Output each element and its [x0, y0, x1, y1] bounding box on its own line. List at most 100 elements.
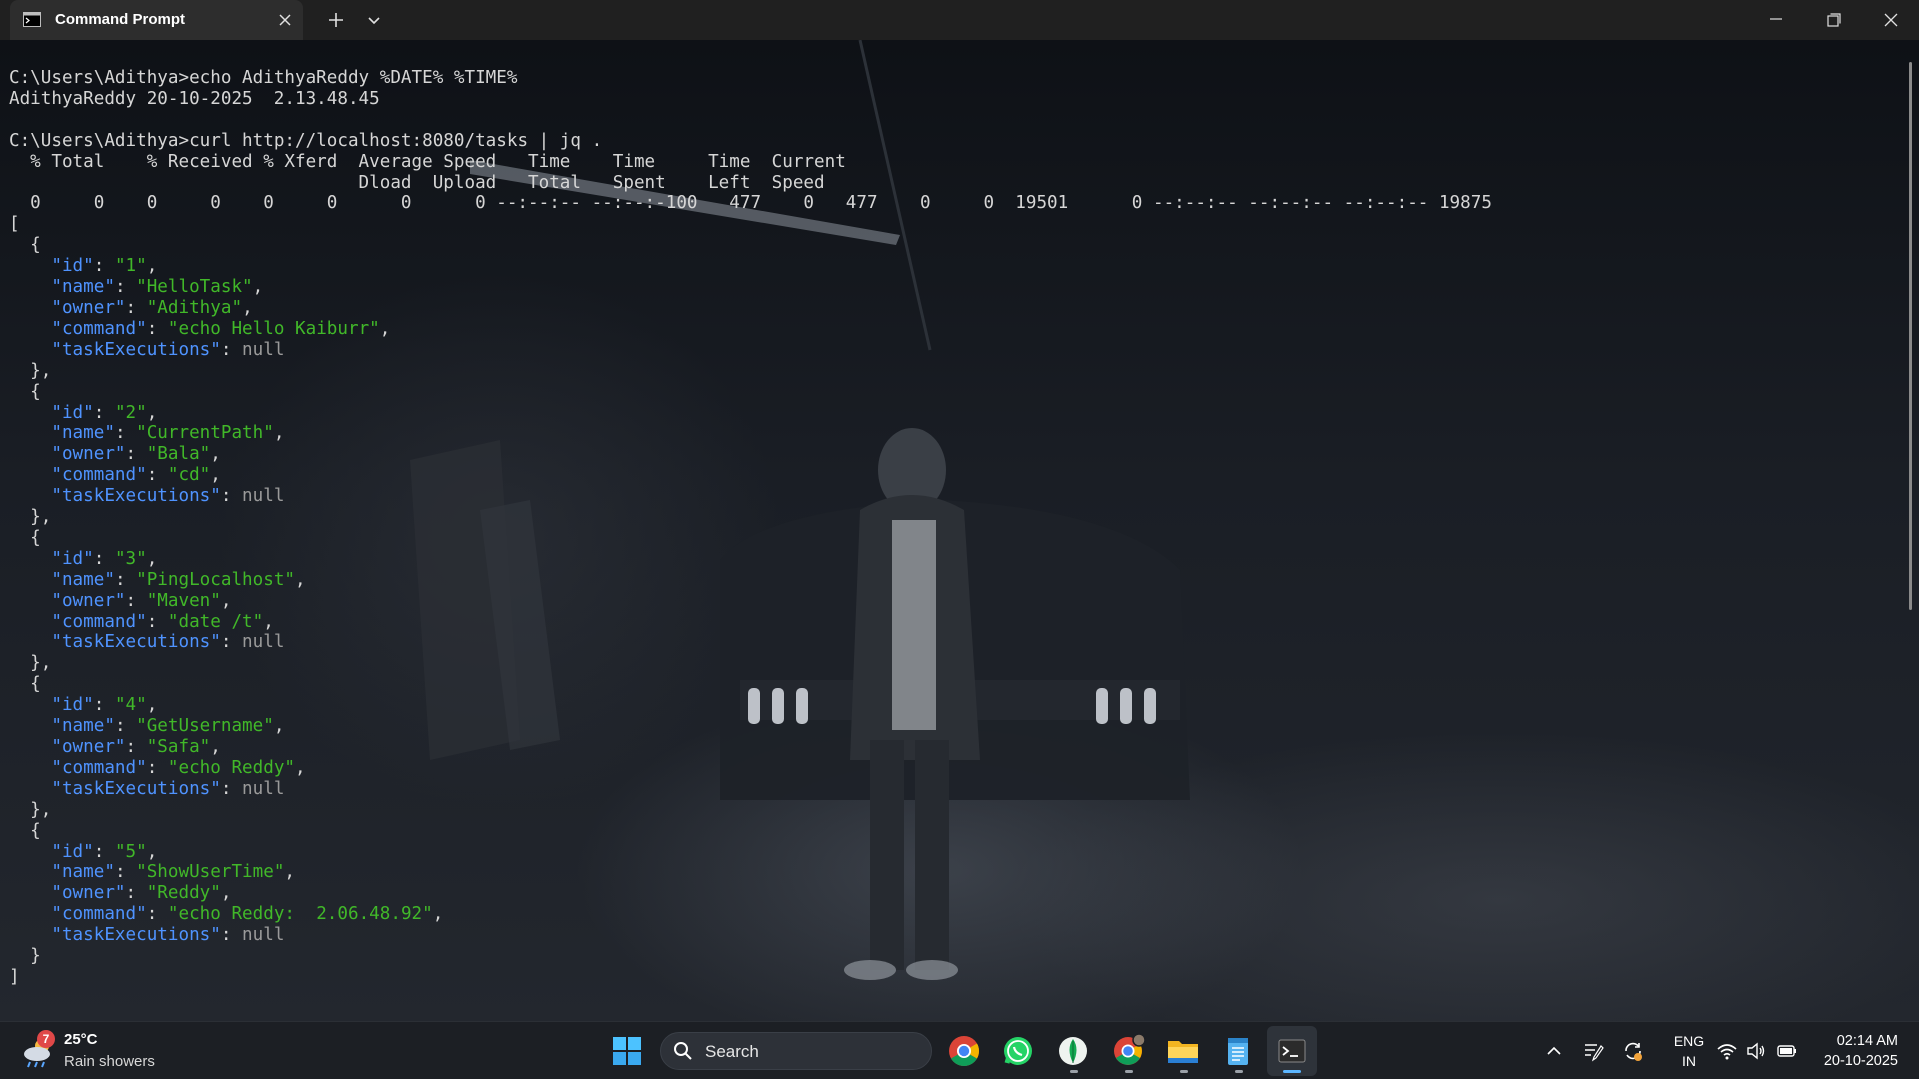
battery-icon[interactable]	[1776, 1040, 1798, 1062]
terminal-output[interactable]: C:\Users\Adithya>echo AdithyaReddy %DATE…	[9, 68, 1492, 988]
json-key: "name"	[51, 277, 115, 298]
json-null: null	[242, 339, 285, 360]
tab-title: Command Prompt	[55, 11, 186, 28]
json-open-bracket: [	[9, 214, 20, 235]
file-explorer-icon[interactable]	[1163, 1031, 1203, 1071]
command-output: AdithyaReddy 20-10-2025 2.13.48.45	[9, 88, 380, 109]
command-text: curl http://localhost:8080/tasks | jq .	[189, 130, 603, 151]
json-null: null	[242, 925, 285, 946]
terminal-icon[interactable]	[1272, 1031, 1312, 1071]
json-key: "owner"	[51, 883, 126, 904]
chevron-down-icon[interactable]	[362, 8, 386, 32]
json-value: "3"	[114, 548, 147, 569]
json-key: "taskExecutions"	[51, 632, 221, 653]
json-value: "echo Hello Kaiburr"	[167, 318, 380, 339]
json-value: "echo Reddy: 2.06.48.92"	[167, 904, 433, 925]
json-value: "GetUsername"	[136, 716, 274, 737]
running-indicator	[1125, 1070, 1133, 1073]
json-key: "command"	[51, 611, 147, 632]
json-key: "taskExecutions"	[51, 778, 221, 799]
taskbar: 7 25°C Rain showers Search ENG IN 02:14 …	[0, 1021, 1919, 1079]
clock-date[interactable]: 20-10-2025	[1812, 1053, 1898, 1069]
curl-header-line: % Total % Received % Xferd Average Speed…	[9, 151, 846, 172]
json-value: "Adithya"	[146, 297, 243, 318]
weather-description[interactable]: Rain showers	[64, 1053, 155, 1070]
json-null: null	[242, 486, 285, 507]
json-value: "date /t"	[167, 611, 264, 632]
json-key: "command"	[51, 904, 147, 925]
running-indicator	[1180, 1070, 1188, 1073]
search-placeholder: Search	[705, 1042, 759, 1061]
terminal-scrollbar[interactable]	[1909, 62, 1912, 610]
search-icon	[673, 1041, 693, 1061]
volume-icon[interactable]	[1745, 1040, 1767, 1062]
json-key: "owner"	[51, 590, 126, 611]
json-key: "name"	[51, 862, 115, 883]
json-key: "id"	[51, 695, 94, 716]
json-key: "owner"	[51, 737, 126, 757]
title-bar: Command Prompt	[0, 0, 1919, 40]
json-key: "taskExecutions"	[51, 339, 221, 360]
restore-button[interactable]	[1805, 0, 1861, 40]
tab-command-prompt[interactable]: Command Prompt	[10, 0, 303, 40]
json-value: "echo Reddy"	[167, 757, 296, 778]
json-value: "Safa"	[146, 737, 211, 757]
json-key: "taskExecutions"	[51, 486, 221, 507]
close-tab-icon[interactable]	[275, 10, 295, 30]
close-window-button[interactable]	[1863, 0, 1919, 40]
mongodb-compass-icon[interactable]	[1053, 1031, 1093, 1071]
notification-pen-icon[interactable]	[1582, 1040, 1604, 1062]
json-value: "Bala"	[146, 444, 211, 465]
json-key: "command"	[51, 465, 147, 486]
new-tab-icon[interactable]	[324, 8, 348, 32]
running-indicator	[1235, 1070, 1243, 1073]
language-indicator[interactable]: ENG	[1667, 1033, 1711, 1049]
weather-alert-badge: 7	[37, 1030, 55, 1048]
chevron-up-icon[interactable]	[1543, 1040, 1565, 1062]
chrome-icon[interactable]	[944, 1031, 984, 1071]
json-key: "name"	[51, 423, 115, 444]
minimize-button[interactable]	[1748, 0, 1804, 40]
curl-progress-line: 0 0 0 0 0 0 0 0 --:--:-- --:--:-100 477 …	[9, 193, 1492, 214]
chrome-profile-icon[interactable]	[1108, 1031, 1148, 1071]
running-indicator	[1070, 1070, 1078, 1073]
weather-temperature[interactable]: 25°C	[64, 1031, 98, 1048]
start-icon[interactable]	[607, 1031, 647, 1071]
json-value: "4"	[114, 695, 147, 716]
wifi-icon[interactable]	[1716, 1040, 1738, 1062]
prompt: C:\Users\Adithya>	[9, 130, 190, 151]
json-key: "id"	[51, 841, 94, 862]
json-key: "id"	[51, 402, 94, 423]
json-key: "name"	[51, 716, 115, 737]
json-close-bracket: ]	[9, 966, 20, 987]
json-key: "id"	[51, 548, 94, 569]
json-value: "Reddy"	[146, 883, 221, 904]
json-key: "name"	[51, 569, 115, 590]
json-value: "Maven"	[146, 590, 221, 611]
input-region-indicator[interactable]: IN	[1667, 1053, 1711, 1069]
whatsapp-icon[interactable]	[998, 1031, 1038, 1071]
notepad-icon[interactable]	[1218, 1031, 1258, 1071]
command-prompt-icon	[23, 12, 41, 27]
json-key: "owner"	[51, 297, 126, 318]
running-indicator-active	[1283, 1070, 1301, 1073]
json-key: "owner"	[51, 444, 126, 465]
json-value: "5"	[114, 841, 147, 862]
json-null: null	[242, 632, 285, 653]
json-key: "id"	[51, 256, 94, 277]
json-key: "command"	[51, 318, 147, 339]
json-value: "CurrentPath"	[136, 423, 274, 444]
json-key: "taskExecutions"	[51, 925, 221, 946]
json-null: null	[242, 778, 285, 799]
json-value: "HelloTask"	[136, 277, 253, 298]
json-value: "2"	[114, 402, 147, 423]
curl-header-line: Dload Upload Total Spent Left Speed	[9, 172, 825, 193]
sync-icon[interactable]	[1622, 1040, 1644, 1062]
prompt: C:\Users\Adithya>	[9, 68, 190, 88]
command-text: echo AdithyaReddy %DATE% %TIME%	[189, 68, 518, 88]
json-value: "ShowUserTime"	[136, 862, 285, 883]
clock-time[interactable]: 02:14 AM	[1812, 1033, 1898, 1049]
json-value: "PingLocalhost"	[136, 569, 296, 590]
json-key: "command"	[51, 757, 147, 778]
search-box[interactable]: Search	[660, 1032, 932, 1070]
